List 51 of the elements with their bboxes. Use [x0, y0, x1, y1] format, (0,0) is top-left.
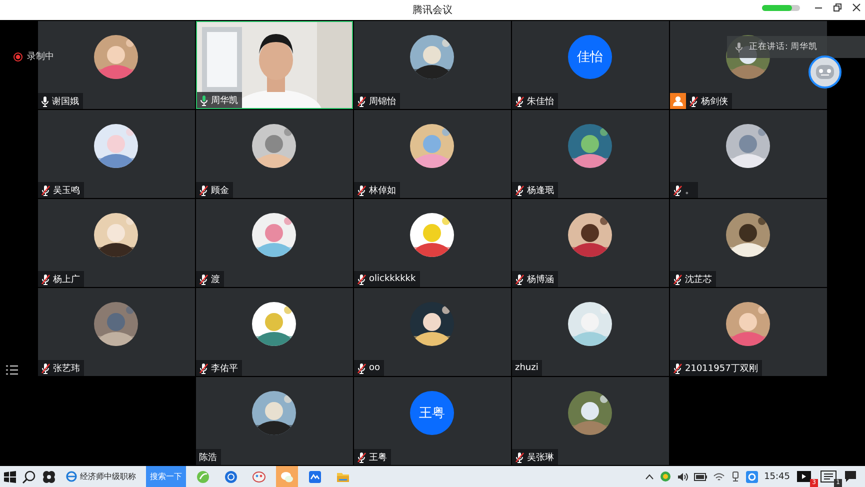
- recording-label: 录制中: [27, 50, 54, 63]
- participant-name: 杨博涵: [527, 274, 554, 286]
- participant-name: 林倬如: [369, 184, 396, 196]
- mic-icon: [735, 42, 743, 52]
- participant-name: 李佑平: [211, 362, 238, 374]
- participant-name: 渡: [211, 274, 220, 286]
- participant-name: zhuzi: [515, 363, 538, 373]
- wifi-icon[interactable]: [713, 472, 726, 482]
- browser-icon: [66, 471, 77, 482]
- search-icon[interactable]: [22, 470, 36, 484]
- participant-name: 陈浩: [199, 452, 217, 464]
- volume-icon[interactable]: [677, 472, 688, 482]
- chat-icon: [280, 470, 294, 484]
- participant-name: 谢国娥: [52, 96, 79, 108]
- avatar-initials: 佳怡: [568, 35, 612, 79]
- participant-name: 杨上广: [53, 274, 80, 286]
- palette-icon: [252, 470, 266, 484]
- participant-name: oo: [369, 363, 380, 373]
- participant-name: 张艺玮: [53, 362, 80, 374]
- message-icon[interactable]: [820, 470, 837, 483]
- tab-title: 经济师中级职称: [80, 471, 136, 482]
- participant-name: 杨剑侠: [701, 96, 728, 108]
- participant-name: 沈芷芯: [685, 274, 712, 286]
- windows-icon[interactable]: [4, 470, 16, 482]
- participant-name: 顾金: [211, 184, 229, 196]
- participant-name: 王粤: [369, 452, 387, 464]
- meeting-icon: [308, 470, 322, 484]
- participant-name: 杨逢珉: [527, 184, 554, 196]
- participant-name: 朱佳怡: [527, 96, 554, 108]
- close-icon[interactable]: [852, 3, 861, 12]
- restore-icon[interactable]: [833, 3, 842, 12]
- participant-name: 吴玉鸣: [53, 184, 80, 196]
- participant-name: olickkkkkk: [369, 274, 416, 284]
- chat-bubble-icon[interactable]: [844, 470, 857, 483]
- clock: 15:45: [764, 472, 790, 482]
- robot-avatar-icon[interactable]: [808, 55, 842, 89]
- network-meter-icon: [762, 4, 800, 10]
- battery-icon[interactable]: [694, 472, 708, 480]
- avatar-initials: 王粤: [410, 391, 454, 435]
- participant-name: 21011957丁双刚: [685, 362, 758, 374]
- record-icon: [13, 52, 23, 62]
- window-title: 腾讯会议: [412, 4, 452, 17]
- participant-name: 周锦怡: [369, 96, 396, 108]
- participant-name: 吴张琳: [527, 452, 554, 464]
- participant-name: 周华凯: [211, 94, 238, 106]
- participant-name: 。: [685, 184, 694, 196]
- play-icon[interactable]: [796, 470, 813, 483]
- caret-icon[interactable]: [645, 474, 654, 480]
- list-icon[interactable]: [6, 365, 18, 375]
- speaker-label: 正在讲话: 周华凯: [749, 41, 818, 53]
- browser-tab[interactable]: 经济师中级职称: [62, 466, 140, 487]
